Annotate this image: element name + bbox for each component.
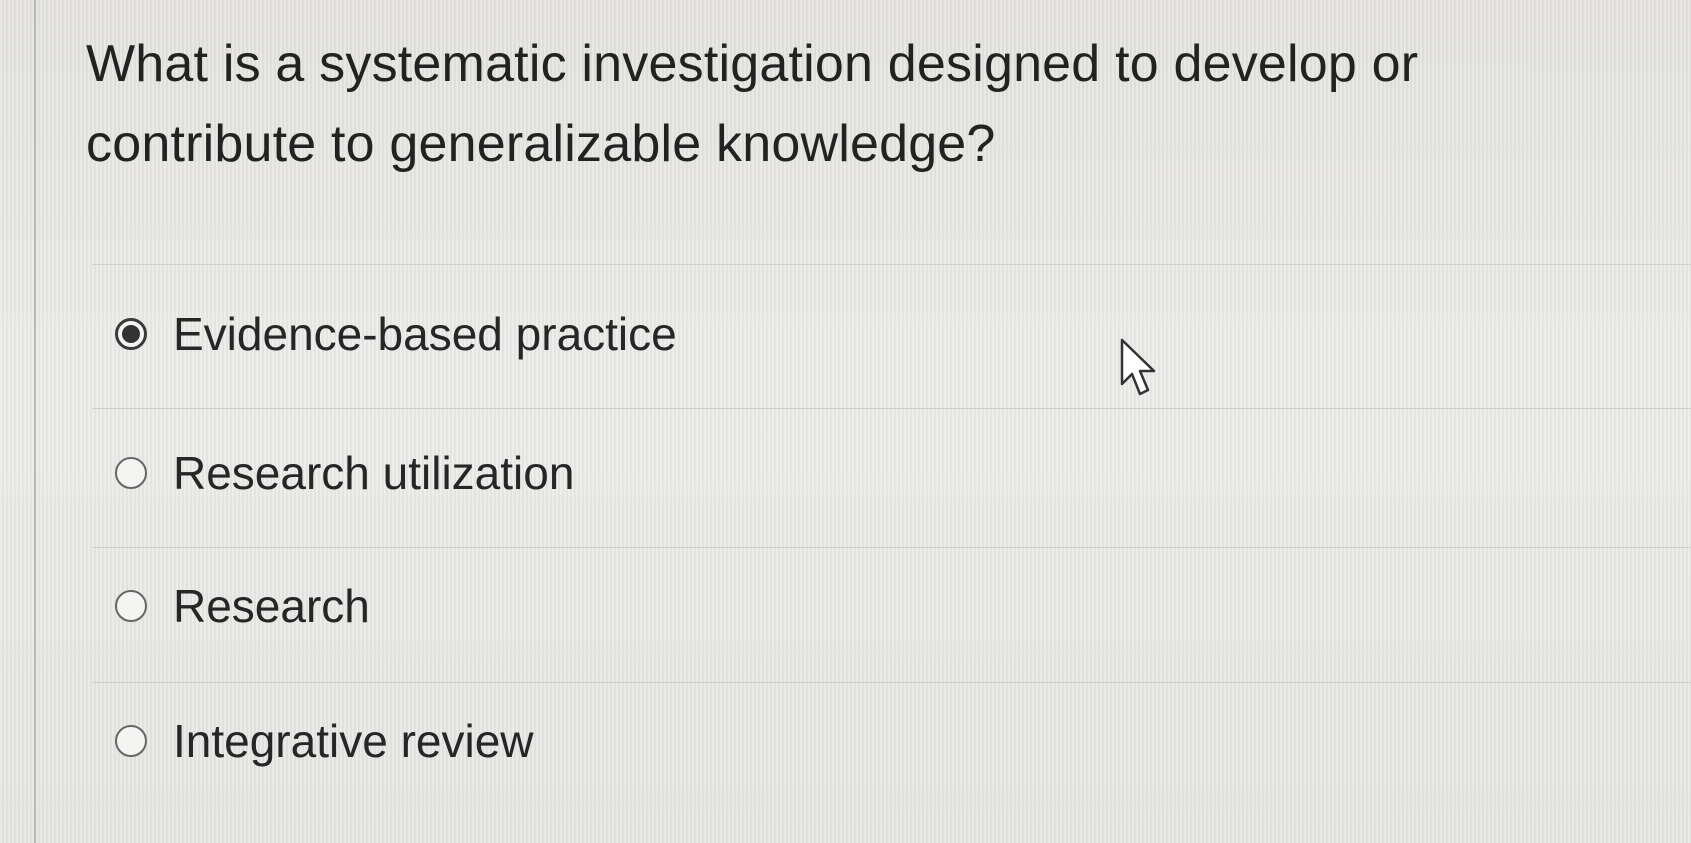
radio-unselected-icon[interactable] xyxy=(115,590,147,622)
divider xyxy=(92,408,1691,409)
option-research-utilization[interactable]: Research utilization xyxy=(115,443,574,503)
option-evidence-based-practice[interactable]: Evidence-based practice xyxy=(115,304,677,364)
radio-unselected-icon[interactable] xyxy=(115,725,147,757)
divider xyxy=(92,682,1691,683)
divider xyxy=(92,264,1691,265)
mouse-pointer-icon xyxy=(1120,338,1156,396)
quiz-screen: What is a systematic investigation desig… xyxy=(0,0,1691,843)
question-text: What is a systematic investigation desig… xyxy=(86,35,1419,173)
option-integrative-review[interactable]: Integrative review xyxy=(115,711,534,771)
option-research[interactable]: Research xyxy=(115,576,370,636)
radio-selected-icon[interactable] xyxy=(115,318,147,350)
option-label: Evidence-based practice xyxy=(173,308,677,360)
option-label: Research utilization xyxy=(173,447,575,499)
radio-dot xyxy=(122,325,140,343)
radio-unselected-icon[interactable] xyxy=(115,457,147,489)
option-label: Research xyxy=(173,580,370,632)
option-label: Integrative review xyxy=(173,715,534,767)
left-frame-border xyxy=(34,0,36,843)
divider xyxy=(92,547,1691,548)
